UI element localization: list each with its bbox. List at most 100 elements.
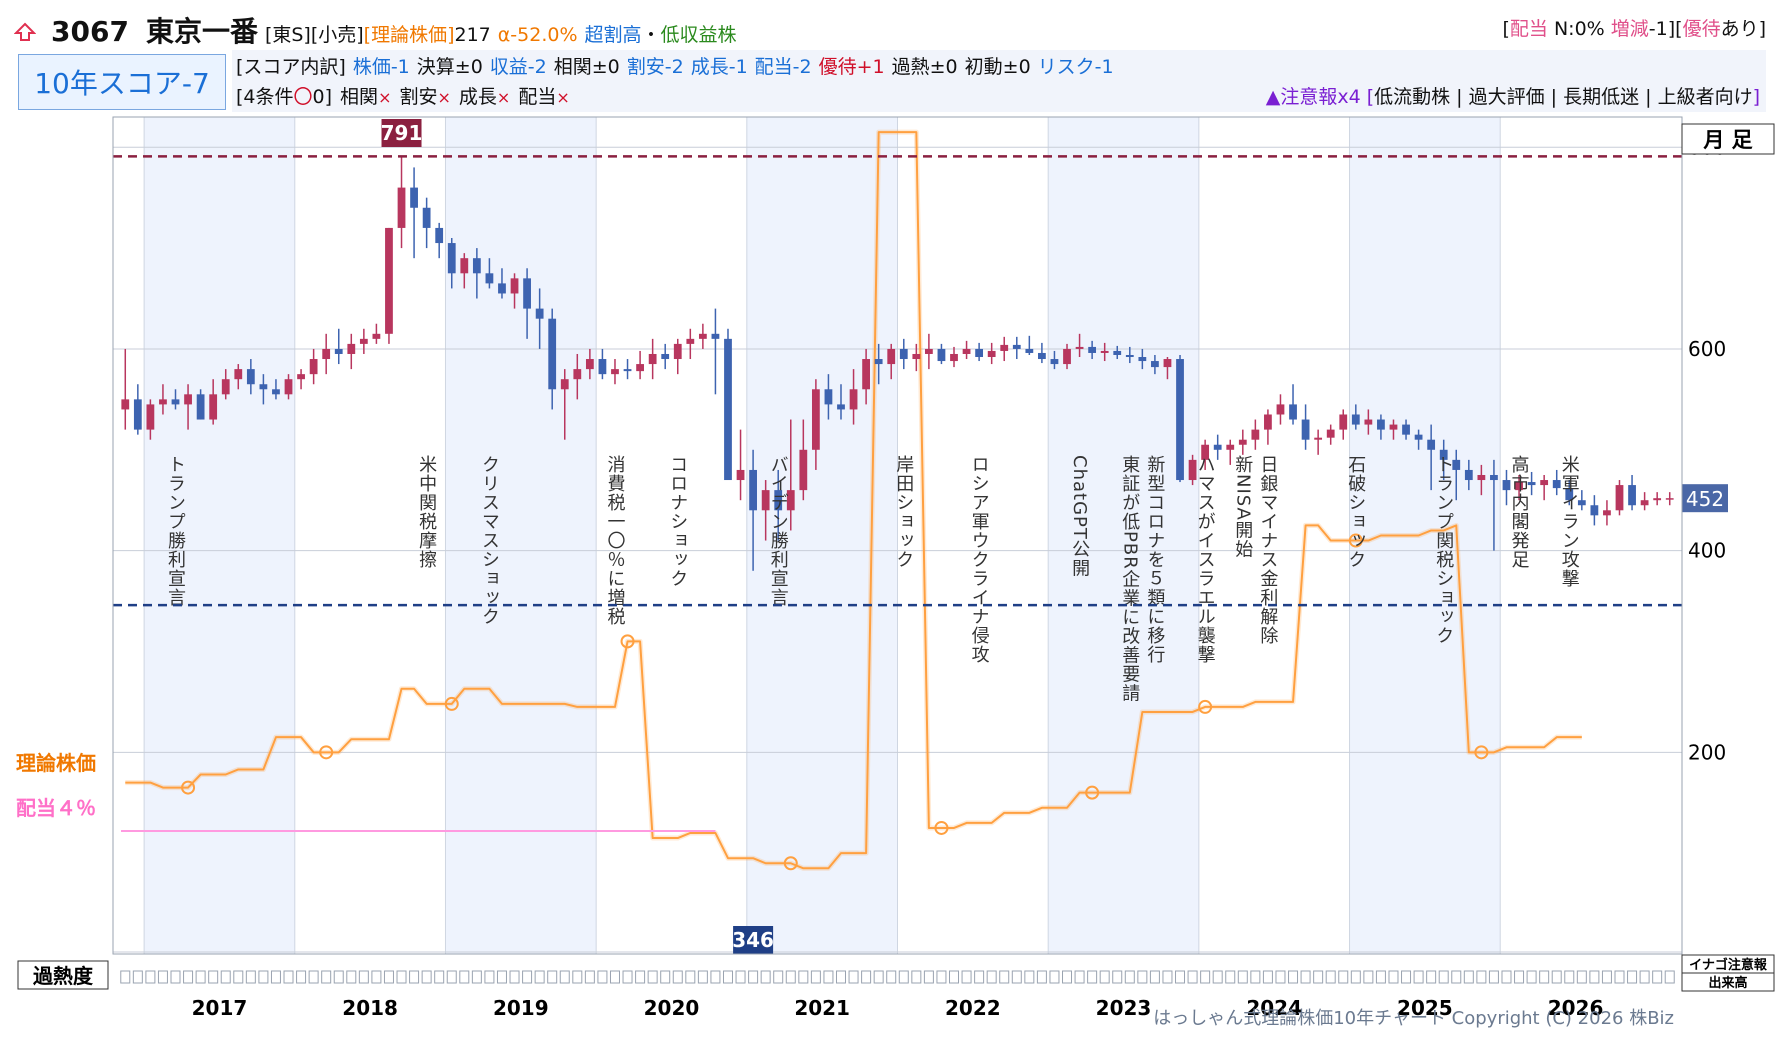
candle-body [937,348,946,362]
heat-cell [923,970,934,984]
candle-body [184,394,192,405]
heat-cell [999,970,1010,984]
candle-body [1063,348,1071,365]
heat-cell [547,970,558,984]
heat-cell [1062,970,1073,984]
candle-body [510,278,519,294]
heat-cell [208,970,219,984]
heat-cell [1614,970,1625,984]
heat-cell [748,970,759,984]
candle-body [422,207,431,228]
candle-body [535,308,544,319]
candle-body [724,338,732,481]
candle-body [447,243,456,274]
candle-body [1151,361,1159,368]
event-label: 米軍イラン攻撃 [1559,455,1580,588]
year-band [445,117,597,954]
heat-cell [1501,970,1512,984]
candle-body [1377,419,1385,430]
candle-body [1226,444,1235,450]
heat-cell [1363,970,1374,984]
copyright: はっしゃん式理論株価10年チャート Copyright (C) 2026 株Bi… [1153,1008,1674,1029]
candle-body [698,333,707,339]
heat-cell [396,970,407,984]
heat-cell [1149,970,1160,984]
candle-body [862,359,871,390]
candle-body [648,353,657,365]
candle-body [498,283,506,294]
event-label: 高市内閣発足 [1509,455,1530,569]
candle-body [1389,424,1398,430]
candle-body [322,348,331,360]
heat-cell [1627,970,1638,984]
candle-body [1339,414,1348,430]
candle-body [385,227,393,334]
candle-body [912,353,921,360]
heat-cell [1300,970,1311,984]
candle-body [1326,429,1335,438]
candle-body [209,394,218,420]
candle-body [623,369,632,372]
candle-body [1364,419,1373,425]
candle-body [987,350,996,358]
candle-body [1088,346,1097,353]
candle-body [686,338,695,344]
heat-cell [898,970,909,984]
candle-body [1113,350,1122,355]
event-label: 米中関税摩擦 [416,455,437,569]
candle-body [397,187,406,228]
candle-body [598,359,607,375]
candle-body [736,469,745,481]
heat-cell [534,970,545,984]
heat-cell [1175,970,1186,984]
candle-body [1038,352,1046,360]
price-tick-label: 200 [1688,740,1726,764]
heat-cell [1589,970,1600,984]
heat-cell [1262,970,1273,984]
heat-cell [949,970,960,984]
heat-cell [936,970,947,984]
event-label: ロシア軍ウクライナ侵攻 [969,455,990,664]
heat-cell [986,970,997,984]
heat-cell [283,970,294,984]
candle-body [146,404,155,430]
heat-cell [835,970,846,984]
heat-cell [183,970,194,984]
event-label: 新NISA開始 [1232,455,1253,559]
heat-cell [1438,970,1449,984]
candle-body [259,384,268,390]
heat-cell [1350,970,1361,984]
heat-cell [848,970,859,984]
candle-body [799,449,808,491]
candle-body [711,333,720,339]
candle-body [1025,348,1034,353]
candle-body [1264,414,1272,430]
heat-cell [861,970,872,984]
heat-cell [685,970,696,984]
candle-body [1427,439,1436,450]
heat-cell [270,970,281,984]
heat-cell [220,970,231,984]
heat-cell [584,970,595,984]
candle-body [159,399,167,405]
heat-cell [1288,970,1299,984]
candle-body [372,333,381,339]
heat-cell [572,970,583,984]
candle-body [1665,498,1674,500]
candle-body [887,348,896,365]
heat-cell [346,970,357,984]
heat-cell [296,970,307,984]
candle-body [661,353,670,360]
candle-body [1628,485,1636,506]
candle-body [749,469,757,511]
heat-cell [635,970,646,984]
heat-cell [484,970,495,984]
candle-body [1414,434,1423,440]
candle-body [435,227,444,244]
candle-body [196,394,205,420]
heat-cell [308,970,319,984]
candle-body [121,399,130,410]
heat-cell [1413,970,1424,984]
heat-cell [1388,970,1399,984]
year-tick-label: 2020 [644,996,700,1020]
